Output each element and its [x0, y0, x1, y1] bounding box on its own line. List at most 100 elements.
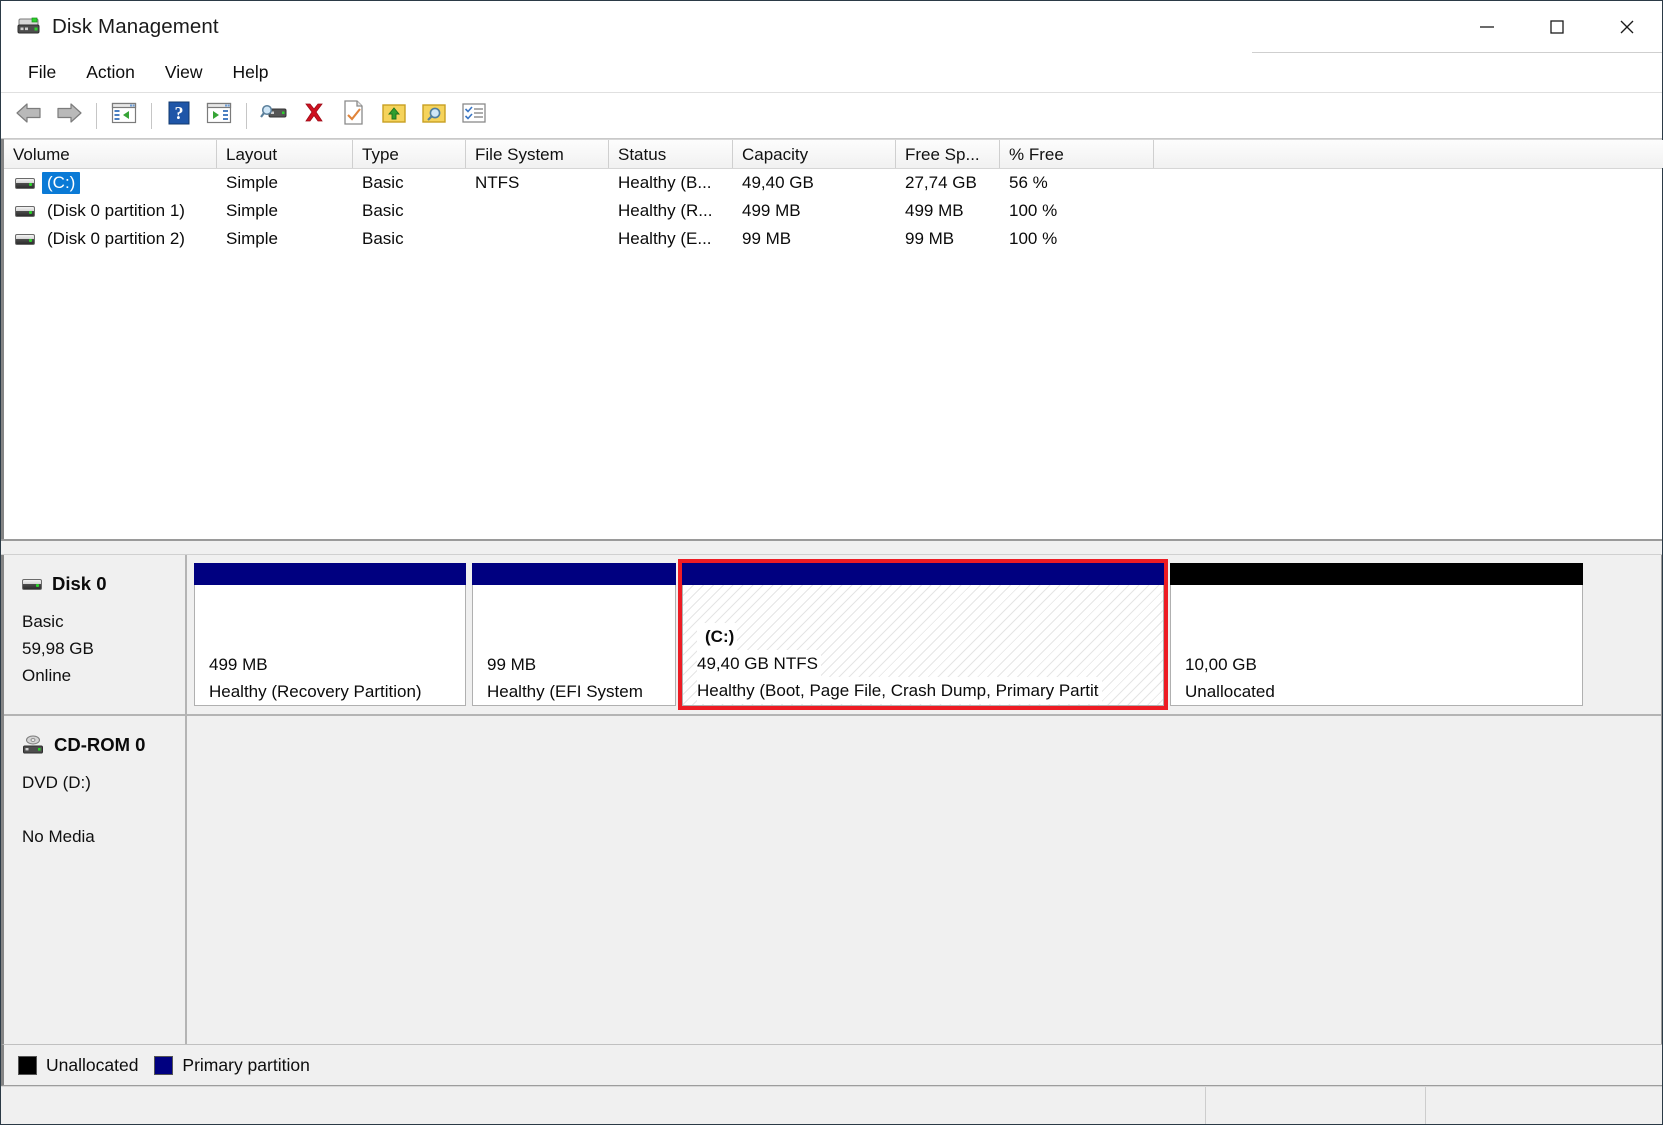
- column-header-blank[interactable]: [1154, 140, 1663, 168]
- disk-magnifier-icon: [259, 100, 289, 131]
- cell-status: Healthy (E...: [618, 229, 712, 248]
- menu-action[interactable]: Action: [73, 59, 148, 86]
- volume-name[interactable]: (Disk 0 partition 1): [42, 200, 190, 222]
- back-button[interactable]: [10, 97, 48, 135]
- pane-splitter[interactable]: [1, 539, 1662, 555]
- cell-file-system: [466, 225, 609, 253]
- cell-status: Healthy (B...: [618, 173, 712, 192]
- forward-arrow-icon: [54, 101, 84, 130]
- delete-button[interactable]: [295, 97, 333, 135]
- cell-layout: Simple: [226, 229, 278, 248]
- legend-primary-partition: Primary partition: [154, 1054, 310, 1076]
- partition-unallocated[interactable]: 10,00 GB Unallocated: [1170, 563, 1583, 706]
- column-header-type[interactable]: Type: [353, 140, 466, 168]
- partition-details: 99 MB Healthy (EFI System: [472, 585, 676, 706]
- cell-file-system: NTFS: [475, 173, 520, 192]
- partition-status: Healthy (Boot, Page File, Crash Dump, Pr…: [697, 677, 1102, 704]
- disk-info-disk0[interactable]: Disk 0 Basic 59,98 GB Online: [4, 555, 187, 714]
- cell-free-space: 499 MB: [905, 201, 964, 220]
- red-x-icon: [301, 100, 327, 131]
- maximize-button[interactable]: [1522, 1, 1592, 53]
- title-divider: [1252, 52, 1662, 53]
- disk-partitions: 499 MB Healthy (Recovery Partition) 99 MB H…: [187, 555, 1661, 714]
- partition-status: Unallocated: [1185, 678, 1278, 705]
- menu-file[interactable]: File: [15, 59, 69, 86]
- cell-volume: (Disk 0 partition 1): [4, 197, 217, 225]
- cell-volume: (C:): [4, 169, 217, 197]
- toolbar-separator-2: [151, 102, 152, 129]
- menu-help[interactable]: Help: [219, 59, 281, 86]
- properties-button[interactable]: [335, 97, 373, 135]
- column-header-layout[interactable]: Layout: [217, 140, 353, 168]
- column-header--free[interactable]: % Free: [1000, 140, 1154, 168]
- export-list-button[interactable]: [375, 97, 413, 135]
- cdrom-graphic-area: [187, 716, 1661, 1044]
- cell-file-system: [466, 197, 609, 225]
- minimize-button[interactable]: [1452, 1, 1522, 53]
- window-title: Disk Management: [52, 15, 219, 38]
- table-row[interactable]: (Disk 0 partition 2) Simple Basic Healthy (…: [4, 225, 1662, 253]
- back-arrow-icon: [14, 101, 44, 130]
- column-header-file-system[interactable]: File System: [466, 140, 609, 168]
- folder-up-arrow-icon: [380, 100, 408, 131]
- drive-icon: [15, 233, 35, 245]
- cdrom-state: No Media: [22, 827, 95, 846]
- volume-name[interactable]: (Disk 0 partition 2): [42, 228, 190, 250]
- partition-size: 499 MB: [209, 651, 271, 678]
- column-header-status[interactable]: Status: [609, 140, 733, 168]
- table-row[interactable]: (C:) Simple Basic NTFS Healthy (B... 49,40 GB…: [4, 169, 1662, 197]
- drive-icon: [22, 578, 42, 590]
- rescan-disks-button[interactable]: [255, 97, 293, 135]
- disk-name: Disk 0: [52, 573, 107, 594]
- show-hide-action-pane-button[interactable]: [200, 97, 238, 135]
- partition-color-bar: [194, 563, 466, 585]
- partition-recovery[interactable]: 499 MB Healthy (Recovery Partition): [194, 563, 466, 706]
- partition-label: (C:): [697, 623, 738, 650]
- help-button[interactable]: ?: [160, 97, 198, 135]
- cdrom-name: CD-ROM 0: [54, 734, 146, 755]
- partition-size: 10,00 GB: [1185, 651, 1260, 678]
- checklist-icon: [460, 100, 488, 131]
- window-controls: [1452, 1, 1662, 53]
- close-button[interactable]: [1592, 1, 1662, 53]
- disk-row-cdrom0: CD-ROM 0 DVD (D:) No Media: [4, 716, 1661, 1044]
- column-header-free-sp[interactable]: Free Sp...: [896, 140, 1000, 168]
- cell-type: Basic: [362, 229, 404, 248]
- status-cell-1: [1, 1087, 1206, 1124]
- toolbar: ?: [1, 93, 1662, 139]
- legend-label: Unallocated: [46, 1054, 139, 1075]
- cdrom-info[interactable]: CD-ROM 0 DVD (D:) No Media: [4, 716, 187, 1044]
- toolbar-separator-3: [246, 102, 247, 129]
- find-button[interactable]: [415, 97, 453, 135]
- legend-label: Primary partition: [182, 1054, 310, 1075]
- graphical-view-panel: Disk 0 Basic 59,98 GB Online 499 MB Healt…: [1, 555, 1662, 1044]
- menu-view[interactable]: View: [152, 59, 216, 86]
- disk-type: Basic: [22, 612, 64, 631]
- volume-name[interactable]: (C:): [42, 172, 81, 194]
- cell-percent-free: 56 %: [1009, 173, 1048, 192]
- cell-blank: [1154, 169, 1663, 197]
- document-check-icon: [341, 99, 367, 132]
- partition-c[interactable]: (C:) 49,40 GB NTFS Healthy (Boot, Page Fil…: [678, 559, 1168, 710]
- forward-button[interactable]: [50, 97, 88, 135]
- status-cell-3: [1426, 1087, 1662, 1124]
- show-hide-console-tree-button[interactable]: [105, 97, 143, 135]
- partition-details: 499 MB Healthy (Recovery Partition): [194, 585, 466, 706]
- disk-size: 59,98 GB: [22, 639, 94, 658]
- cell-layout: Simple: [226, 201, 278, 220]
- cell-percent-free: 100 %: [1009, 201, 1058, 220]
- table-row[interactable]: (Disk 0 partition 1) Simple Basic Healthy (…: [4, 197, 1662, 225]
- partition-color-bar: [682, 563, 1164, 585]
- legend-swatch: [18, 1055, 37, 1075]
- legend-unallocated: Unallocated: [18, 1055, 138, 1076]
- options-button[interactable]: [455, 97, 493, 135]
- menu-bar: File Action View Help: [1, 53, 1662, 93]
- status-bar: [1, 1086, 1662, 1124]
- cell-free-space: 99 MB: [905, 229, 955, 248]
- volume-list-body[interactable]: (C:) Simple Basic NTFS Healthy (B... 49,40 GB…: [4, 169, 1662, 253]
- column-header-volume[interactable]: Volume: [4, 140, 217, 168]
- column-header-capacity[interactable]: Capacity: [733, 140, 896, 168]
- partition-efi[interactable]: 99 MB Healthy (EFI System: [472, 563, 676, 706]
- toolbar-separator-1: [96, 102, 97, 129]
- console-tree-icon: [110, 100, 138, 131]
